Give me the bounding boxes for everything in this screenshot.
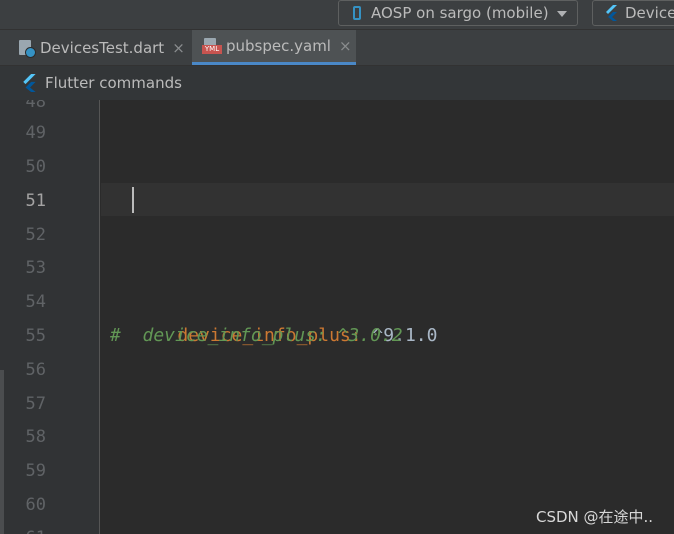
line-number: 56 (25, 360, 46, 380)
device-selector-label: AOSP on sargo (mobile) (371, 4, 549, 22)
yaml-file-icon: YML (202, 38, 222, 54)
code-line-54[interactable]: device_info_plus: ^9.1.0 (134, 285, 437, 346)
top-toolbar: AOSP on sargo (mobile) Device (0, 0, 674, 30)
device-selector[interactable]: AOSP on sargo (mobile) (338, 0, 578, 26)
close-icon[interactable]: × (172, 39, 185, 57)
current-line-highlight (101, 183, 674, 216)
flutter-commands-bar: Flutter commands (0, 66, 674, 100)
line-number: 52 (25, 225, 46, 245)
line-number: 58 (25, 427, 46, 447)
line-number-gutter: 48 49 50 51 52 53 54 55 56 57 58 59 60 6… (0, 100, 100, 534)
phone-icon (353, 6, 361, 20)
line-number: 57 (25, 394, 46, 414)
flutter-icon (23, 74, 36, 92)
flutter-icon (606, 5, 617, 21)
code-editor[interactable]: 48 49 50 51 52 53 54 55 56 57 58 59 60 6… (0, 100, 674, 534)
text-caret (132, 187, 134, 213)
close-icon[interactable]: × (339, 37, 352, 55)
code-line-55[interactable]: # device_info_plus: ^3.0.2 (110, 319, 403, 353)
line-number: 50 (25, 157, 46, 177)
flutter-commands-link[interactable]: Flutter commands (45, 74, 182, 92)
run-config-selector[interactable]: Device (592, 0, 674, 26)
line-number: 53 (25, 258, 46, 278)
line-number: 49 (25, 123, 46, 143)
watermark: CSDN @在途中.. (536, 508, 654, 526)
line-number: 55 (25, 326, 46, 346)
tab-label: pubspec.yaml (226, 37, 331, 55)
dart-file-icon (18, 39, 36, 58)
line-number: 59 (25, 461, 46, 481)
chevron-down-icon (557, 11, 567, 17)
tab-devicestest-dart[interactable]: DevicesTest.dart × (18, 30, 188, 65)
line-number: 60 (25, 495, 46, 515)
run-config-label: Device (625, 4, 674, 22)
line-number-current: 51 (25, 191, 46, 211)
line-number: 61 (0, 521, 46, 534)
tab-pubspec-yaml[interactable]: YML pubspec.yaml × (192, 30, 356, 65)
tab-label: DevicesTest.dart (40, 38, 165, 57)
scroll-indicator (0, 370, 4, 534)
editor-tabs: DevicesTest.dart × YML pubspec.yaml × (0, 30, 674, 66)
line-number: 54 (25, 292, 46, 312)
